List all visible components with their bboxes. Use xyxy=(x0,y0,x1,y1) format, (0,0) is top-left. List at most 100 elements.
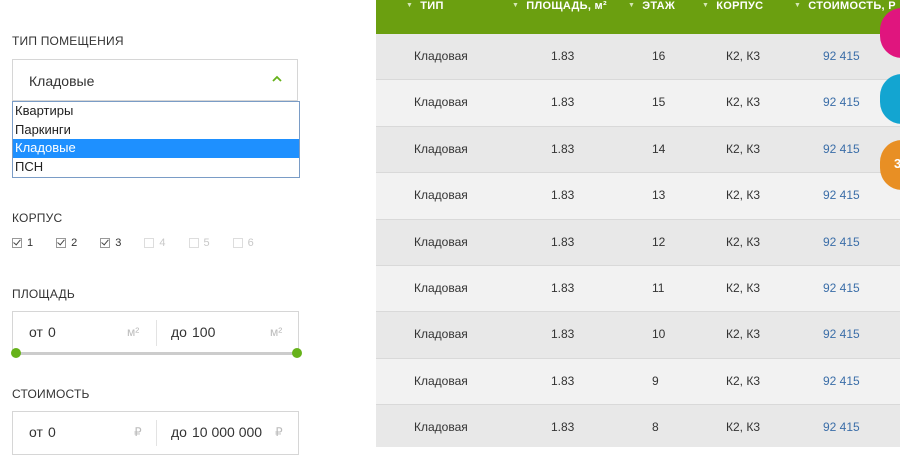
price-to-input[interactable]: 10 000 000 xyxy=(192,424,262,440)
table-row[interactable]: Кладовая 1.83 8 К2, К3 92 415 xyxy=(376,405,900,447)
cell-floor: 14 xyxy=(652,141,666,156)
sort-arrow-icon: ▼ xyxy=(512,2,520,9)
cell-price[interactable]: 92 415 xyxy=(823,281,860,295)
cell-price[interactable]: 92 415 xyxy=(823,49,860,63)
column-header-building[interactable]: ▼ КОРПУС xyxy=(702,0,763,12)
column-header-floor[interactable]: ▼ ЭТАЖ xyxy=(628,0,675,12)
column-header-price[interactable]: ▼ СТОИМОСТЬ, Р xyxy=(794,0,896,12)
cell-type: Кладовая xyxy=(414,234,468,249)
area-to-input[interactable]: 100 xyxy=(192,324,215,340)
checkbox-label: 2 xyxy=(71,237,78,249)
building-checkbox-5[interactable]: 5 xyxy=(188,237,210,249)
results-table: ▼ ТИП ▼ ПЛОЩАДЬ, м² ▼ ЭТАЖ ▼ КОРПУС ▼ СТОИМОС… xyxy=(376,0,900,447)
table-row[interactable]: Кладовая 1.83 11 К2, К3 92 415 xyxy=(376,266,900,313)
cell-price[interactable]: 92 415 xyxy=(823,327,860,341)
area-to-unit: м² xyxy=(270,325,283,339)
checkbox-label: 4 xyxy=(159,237,166,249)
cell-floor: 8 xyxy=(652,420,659,435)
room-type-selected-value: Кладовые xyxy=(29,73,95,89)
cell-price[interactable]: 92 415 xyxy=(823,95,860,109)
table-row[interactable]: Кладовая 1.83 9 К2, К3 92 415 xyxy=(376,358,900,406)
area-from-input[interactable]: 0 xyxy=(48,324,56,340)
cell-area: 1.83 xyxy=(551,420,575,435)
checkbox-unchecked-icon xyxy=(232,238,243,248)
checkbox-checked-icon xyxy=(56,238,67,248)
area-from-unit: м² xyxy=(127,325,140,339)
dropdown-option-apartments[interactable]: Квартиры xyxy=(13,102,299,121)
cell-building: К2, К3 xyxy=(726,373,760,388)
table-row[interactable]: Кладовая 1.83 10 К2, К3 92 415 xyxy=(376,312,900,359)
table-row[interactable]: Кладовая 1.83 15 К2, К3 92 415 xyxy=(376,80,900,127)
table-row[interactable]: Кладовая 1.83 13 К2, К3 92 415 xyxy=(376,173,900,220)
area-range-inputs: от 0 м² до 100 м² xyxy=(12,311,299,355)
chevron-up-icon xyxy=(272,75,282,82)
cell-price[interactable]: 92 415 xyxy=(823,374,860,388)
cell-building: К2, К3 xyxy=(726,327,760,342)
cell-price[interactable]: 92 415 xyxy=(823,235,860,249)
area-from-prefix: от xyxy=(29,324,43,340)
cell-floor: 15 xyxy=(652,95,666,110)
cell-type: Кладовая xyxy=(414,420,468,435)
building-label: КОРПУС xyxy=(12,211,63,225)
cell-type: Кладовая xyxy=(414,327,468,342)
column-header-label: КОРПУС xyxy=(716,0,764,12)
column-header-label: ПЛОЩАДЬ, м² xyxy=(526,0,607,12)
dropdown-option-parking[interactable]: Паркинги xyxy=(13,121,299,140)
checkbox-unchecked-icon xyxy=(188,238,199,248)
cell-area: 1.83 xyxy=(551,49,575,63)
table-row[interactable]: Кладовая 1.83 12 К2, К3 92 415 xyxy=(376,219,900,266)
price-to-prefix: до xyxy=(171,424,187,440)
area-slider-track[interactable] xyxy=(16,352,297,355)
table-row[interactable]: Кладовая 1.83 14 К2, К3 92 415 xyxy=(376,126,900,174)
cell-building: К2, К3 xyxy=(726,95,760,110)
building-checkbox-3[interactable]: 3 xyxy=(100,237,121,249)
column-header-label: ЭТАЖ xyxy=(642,0,676,12)
checkbox-label: 6 xyxy=(247,237,254,249)
room-type-select[interactable]: Кладовые xyxy=(12,59,298,101)
cell-type: Кладовая xyxy=(414,281,468,295)
cell-price[interactable]: 92 415 xyxy=(823,188,860,202)
table-row[interactable]: Кладовая 1.83 16 К2, К3 92 415 xyxy=(376,34,900,81)
column-header-area[interactable]: ▼ ПЛОЩАДЬ, м² xyxy=(512,0,607,12)
cell-area: 1.83 xyxy=(551,281,575,295)
area-slider-max-handle[interactable] xyxy=(292,348,302,358)
cell-type: Кладовая xyxy=(414,373,468,388)
checkbox-label: 3 xyxy=(115,237,122,249)
dropdown-option-commercial[interactable]: ПСН xyxy=(13,158,299,177)
floating-button-label: 3 xyxy=(894,156,900,171)
building-checkbox-2[interactable]: 2 xyxy=(56,237,77,249)
cell-area: 1.83 xyxy=(551,95,575,110)
building-checkbox-1[interactable]: 1 xyxy=(12,237,33,249)
cell-price[interactable]: 92 415 xyxy=(823,142,860,156)
price-from-input[interactable]: 0 xyxy=(48,424,56,440)
cell-building: К2, К3 xyxy=(726,49,760,63)
building-checkboxes: 1 2 3 4 5 6 xyxy=(12,237,277,249)
sort-arrow-icon: ▼ xyxy=(702,2,710,9)
cell-area: 1.83 xyxy=(551,373,575,388)
dropdown-option-storage[interactable]: Кладовые xyxy=(13,139,299,158)
cell-area: 1.83 xyxy=(551,141,575,156)
cell-building: К2, К3 xyxy=(726,420,760,435)
checkbox-label: 5 xyxy=(203,237,210,249)
cell-type: Кладовая xyxy=(414,49,468,63)
room-type-dropdown: Квартиры Паркинги Кладовые ПСН xyxy=(12,101,300,178)
range-divider xyxy=(156,320,157,346)
price-to-unit: ₽ xyxy=(275,425,283,439)
building-checkbox-6[interactable]: 6 xyxy=(232,237,254,249)
table-header: ▼ ТИП ▼ ПЛОЩАДЬ, м² ▼ ЭТАЖ ▼ КОРПУС ▼ СТОИМОС… xyxy=(376,0,900,34)
cell-floor: 11 xyxy=(652,281,665,295)
cell-area: 1.83 xyxy=(551,234,575,249)
cell-type: Кладовая xyxy=(414,95,468,110)
column-header-type[interactable]: ▼ ТИП xyxy=(406,0,444,12)
column-header-label: ТИП xyxy=(420,0,444,12)
cell-floor: 12 xyxy=(652,234,666,249)
cell-area: 1.83 xyxy=(551,327,575,342)
area-slider-min-handle[interactable] xyxy=(11,348,21,358)
cell-price[interactable]: 92 415 xyxy=(823,420,860,434)
cell-building: К2, К3 xyxy=(726,141,760,156)
price-range-inputs: от 0 ₽ до 10 000 000 ₽ xyxy=(12,411,299,455)
sort-arrow-icon: ▼ xyxy=(794,2,802,9)
building-checkbox-4[interactable]: 4 xyxy=(144,237,166,249)
range-divider xyxy=(156,420,157,446)
cell-type: Кладовая xyxy=(414,188,468,203)
